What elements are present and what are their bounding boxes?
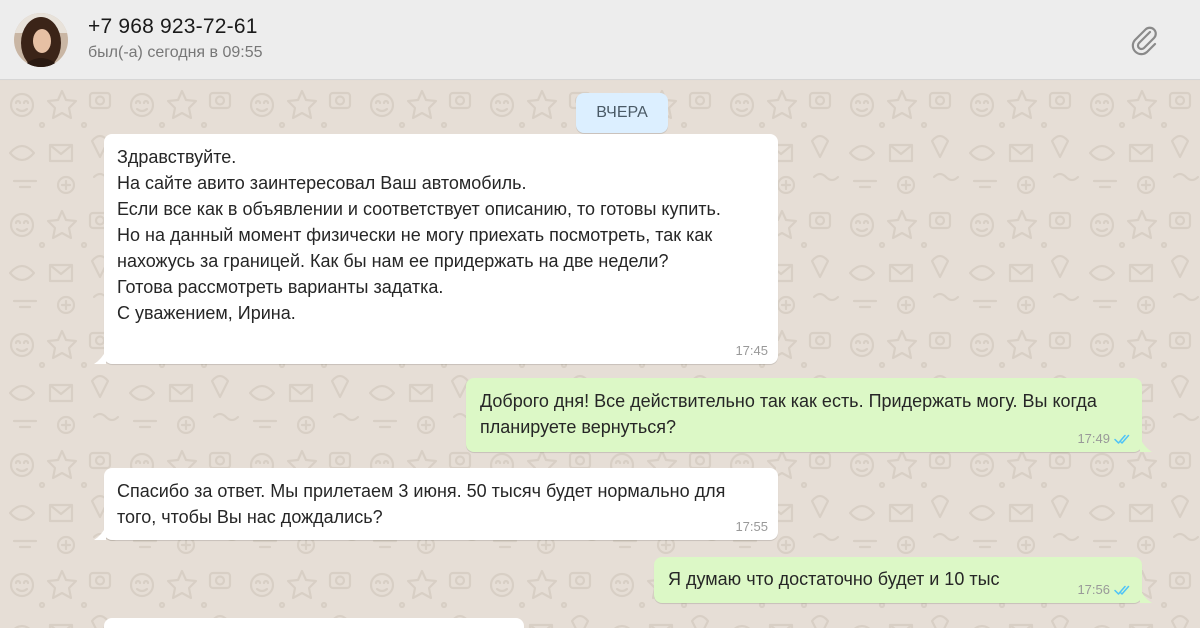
date-divider: ВЧЕРА (576, 93, 668, 133)
message-text: Доброго дня! Все действительно так как е… (480, 391, 1097, 437)
message-time: 17:49 (1077, 431, 1110, 446)
message-meta: 17:49 (1077, 432, 1132, 446)
bubble-tail (1140, 438, 1152, 452)
message-meta: 17:56 (1077, 583, 1132, 597)
outgoing-message[interactable]: Доброго дня! Все действительно так как е… (466, 378, 1152, 452)
message-text: Спасибо за ответ. Мы прилетаем 3 июня. 5… (117, 481, 726, 527)
message-time: 17:55 (735, 519, 768, 534)
incoming-message[interactable] (104, 618, 524, 628)
message-text: Здравствуйте. На сайте авито заинтересов… (117, 147, 721, 323)
contact-name[interactable]: +7 968 923-72-61 (88, 15, 258, 39)
double-check-read-icon (1114, 434, 1130, 444)
message-text: Я думаю что достаточно будет и 10 тыс (668, 569, 1000, 589)
message-time: 17:45 (735, 343, 768, 358)
paperclip-icon[interactable] (1128, 24, 1162, 58)
incoming-message[interactable]: Здравствуйте. На сайте авито заинтересов… (94, 134, 778, 364)
outgoing-message[interactable]: Я думаю что достаточно будет и 10 тыс 17… (654, 557, 1152, 603)
chat-header: +7 968 923-72-61 был(-а) сегодня в 09:55 (0, 0, 1200, 80)
contact-avatar[interactable] (14, 13, 68, 67)
message-list[interactable]: ВЧЕРА Здравствуйте. На сайте авито заинт… (0, 81, 1200, 628)
double-check-read-icon (1114, 585, 1130, 595)
bubble-tail (94, 350, 106, 364)
message-meta: 17:45 (735, 344, 768, 358)
last-seen-status: был(-а) сегодня в 09:55 (88, 44, 263, 61)
message-time: 17:56 (1077, 582, 1110, 597)
bubble-tail (1140, 589, 1152, 603)
bubble-tail (94, 526, 106, 540)
message-meta: 17:55 (735, 520, 768, 534)
incoming-message[interactable]: Спасибо за ответ. Мы прилетаем 3 июня. 5… (94, 468, 778, 540)
